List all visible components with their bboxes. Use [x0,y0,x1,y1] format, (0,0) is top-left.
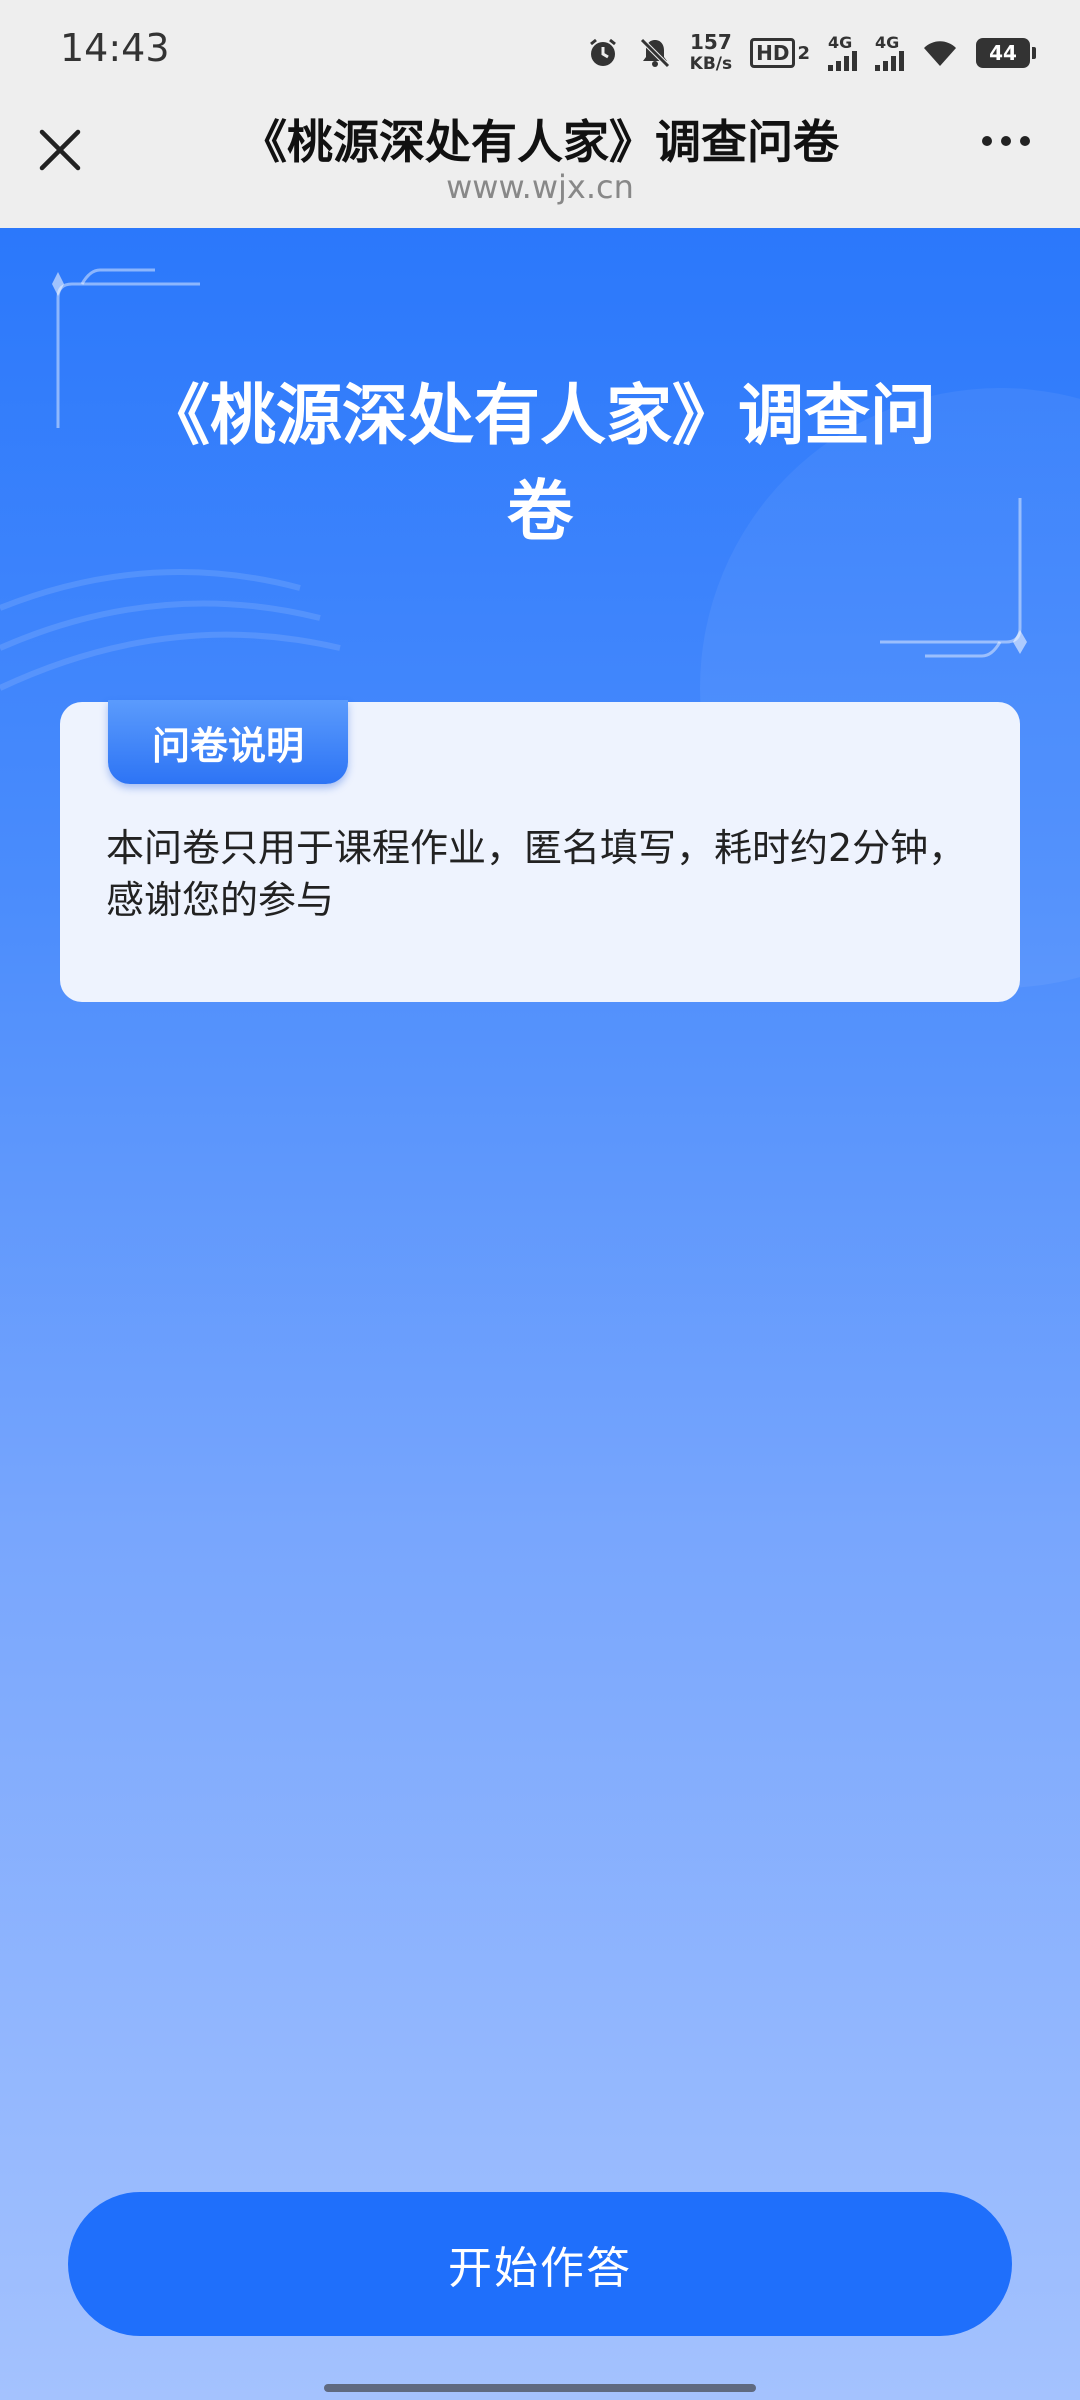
hd-sub: 2 [797,42,810,64]
hd-indicator: HD 2 [750,38,810,68]
net-speed-value: 157 [690,30,732,54]
alarm-icon [586,36,620,70]
more-icon[interactable] [982,136,1030,146]
signal-2: 4G [875,35,904,71]
signal-bars-icon [875,51,904,71]
intro-text: 本问卷只用于课程作业，匿名填写，耗时约2分钟，感谢您的参与 [106,826,967,922]
intro-card: 问卷说明 本问卷只用于课程作业，匿名填写，耗时约2分钟，感谢您的参与 [60,700,1020,1002]
survey-title: 《桃源深处有人家》调查问卷 [144,377,936,550]
signal-bars-icon [828,51,857,71]
close-icon[interactable] [34,124,86,176]
net-speed-unit: KB/s [689,54,733,74]
intro-tab: 问卷说明 [108,700,348,784]
nav-title: 《桃源深处有人家》调查问卷 [241,115,839,169]
status-icons: 157 KB/s HD 2 4G 4G 44 [586,28,1036,78]
wifi-icon [922,38,958,68]
start-button[interactable]: 开始作答 [68,2192,1012,2336]
hd-label: HD [750,38,796,68]
nav-bar: 《桃源深处有人家》调查问卷 www.wjx.cn [0,100,1080,228]
status-time: 14:43 [60,26,170,70]
battery-icon: 44 [976,38,1036,68]
mute-icon [638,36,672,70]
net-speed: 157 KB/s [690,31,732,75]
status-bar: 14:43 157 KB/s HD 2 4G 4G 44 [0,0,1080,100]
nav-url: www.wjx.cn [446,168,634,206]
signal-1-label: 4G [828,33,853,52]
signal-1: 4G [828,35,857,71]
signal-2-label: 4G [875,33,900,52]
survey-page: 《桃源深处有人家》调查问卷 问卷说明 本问卷只用于课程作业，匿名填写，耗时约2分… [0,228,1080,2400]
home-indicator[interactable] [324,2384,756,2392]
